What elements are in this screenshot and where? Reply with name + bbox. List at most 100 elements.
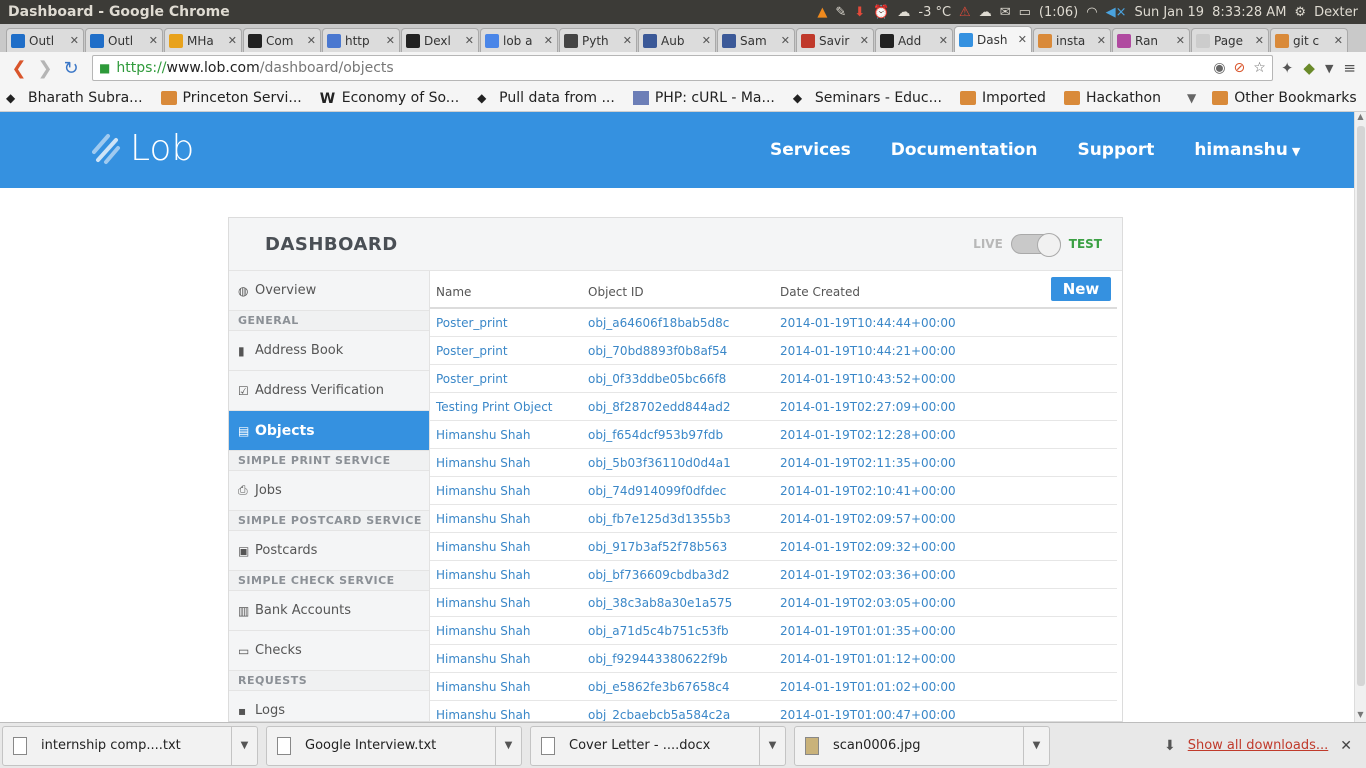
- nav-support[interactable]: Support: [1077, 140, 1154, 160]
- blocked-icon[interactable]: ⊘: [1234, 60, 1246, 76]
- table-row[interactable]: Poster_print obj_70bd8893f0b8af54 2014-01-…: [430, 337, 1117, 365]
- object-name-link[interactable]: Himanshu Shah: [430, 680, 588, 694]
- switch-knob[interactable]: [1036, 233, 1061, 257]
- menu-icon[interactable]: ≡: [1343, 59, 1356, 77]
- object-date-link[interactable]: 2014-01-19T02:03:36+00:00: [780, 568, 1030, 582]
- object-id-link[interactable]: obj_f929443380622f9b: [588, 652, 780, 666]
- object-name-link[interactable]: Himanshu Shah: [430, 456, 588, 470]
- column-object-id[interactable]: Object ID: [588, 285, 780, 299]
- table-row[interactable]: Himanshu Shah obj_a71d5c4b751c53fb 2014-01…: [430, 617, 1117, 645]
- column-date-created[interactable]: Date Created: [780, 285, 1030, 299]
- sidebar-item-address-verification[interactable]: ☑ Address Verification: [229, 371, 429, 411]
- address-bar[interactable]: ■ https:// www.lob.com /dashboard/object…: [92, 55, 1273, 81]
- lob-logo[interactable]: Lob: [92, 128, 194, 169]
- object-name-link[interactable]: Himanshu Shah: [430, 652, 588, 666]
- download-menu-chevron-icon[interactable]: ▼: [495, 726, 521, 765]
- browser-tab[interactable]: Ran ✕: [1112, 28, 1190, 52]
- sidebar-item-bank-accounts[interactable]: ▥ Bank Accounts: [229, 591, 429, 631]
- sidebar-item-objects[interactable]: ▤ Objects: [229, 411, 429, 451]
- sidebar-item-address-book[interactable]: ▮ Address Book: [229, 331, 429, 371]
- show-all-downloads-link[interactable]: Show all downloads...: [1188, 738, 1329, 753]
- bookmark-item[interactable]: Princeton Servi...: [160, 90, 302, 106]
- object-date-link[interactable]: 2014-01-19T02:12:28+00:00: [780, 428, 1030, 442]
- bookmarks-overflow-chevron-icon[interactable]: ▼: [1187, 91, 1196, 105]
- object-date-link[interactable]: 2014-01-19T02:03:05+00:00: [780, 596, 1030, 610]
- nav-services[interactable]: Services: [770, 140, 851, 160]
- download-menu-chevron-icon[interactable]: ▼: [759, 726, 785, 765]
- object-id-link[interactable]: obj_e5862fe3b67658c4: [588, 680, 780, 694]
- scroll-up-arrow[interactable]: ▲: [1355, 112, 1366, 124]
- live-label[interactable]: LIVE: [973, 237, 1003, 251]
- object-name-link[interactable]: Himanshu Shah: [430, 624, 588, 638]
- tab-close-icon[interactable]: ✕: [781, 34, 790, 47]
- object-name-link[interactable]: Himanshu Shah: [430, 708, 588, 722]
- object-id-link[interactable]: obj_2cbaebcb5a584c2a: [588, 708, 780, 722]
- object-id-link[interactable]: obj_38c3ab8a30e1a575: [588, 596, 780, 610]
- bookmark-item[interactable]: Imported: [959, 90, 1046, 106]
- new-object-button[interactable]: New: [1051, 277, 1111, 301]
- object-date-link[interactable]: 2014-01-19T10:44:44+00:00: [780, 316, 1030, 330]
- browser-tab[interactable]: Pyth ✕: [559, 28, 637, 52]
- download-item[interactable]: scan0006.jpg ▼: [794, 725, 1050, 766]
- object-name-link[interactable]: Poster_print: [430, 344, 588, 358]
- object-name-link[interactable]: Himanshu Shah: [430, 596, 588, 610]
- close-icon[interactable]: ✕: [1340, 738, 1352, 754]
- browser-tab[interactable]: Add ✕: [875, 28, 953, 52]
- browser-tab[interactable]: lob a ✕: [480, 28, 558, 52]
- browser-tab[interactable]: Com ✕: [243, 28, 321, 52]
- chevron-down-icon[interactable]: ▼: [1325, 62, 1333, 75]
- live-test-switch[interactable]: [1010, 233, 1061, 257]
- sidebar-item-postcards[interactable]: ▣ Postcards: [229, 531, 429, 571]
- temperature[interactable]: -3 °C: [918, 5, 951, 20]
- browser-tab[interactable]: Outl ✕: [85, 28, 163, 52]
- table-row[interactable]: Himanshu Shah obj_fb7e125d3d1355b3 2014-01…: [430, 505, 1117, 533]
- browser-tab[interactable]: git c ✕: [1270, 28, 1348, 52]
- object-id-link[interactable]: obj_8f28702edd844ad2: [588, 400, 780, 414]
- object-date-link[interactable]: 2014-01-19T10:43:52+00:00: [780, 372, 1030, 386]
- browser-tab[interactable]: Sam ✕: [717, 28, 795, 52]
- object-date-link[interactable]: 2014-01-19T02:11:35+00:00: [780, 456, 1030, 470]
- browser-tab[interactable]: http ✕: [322, 28, 400, 52]
- browser-tab[interactable]: Page ✕: [1191, 28, 1269, 52]
- table-row[interactable]: Himanshu Shah obj_f929443380622f9b 2014-01…: [430, 645, 1117, 673]
- tab-close-icon[interactable]: ✕: [939, 34, 948, 47]
- weather-icon[interactable]: ☁: [897, 5, 910, 20]
- tab-close-icon[interactable]: ✕: [386, 34, 395, 47]
- download-menu-chevron-icon[interactable]: ▼: [231, 726, 257, 765]
- object-name-link[interactable]: Himanshu Shah: [430, 428, 588, 442]
- browser-tab[interactable]: MHa ✕: [164, 28, 242, 52]
- tab-close-icon[interactable]: ✕: [623, 34, 632, 47]
- table-row[interactable]: Himanshu Shah obj_38c3ab8a30e1a575 2014-01…: [430, 589, 1117, 617]
- tab-close-icon[interactable]: ✕: [1255, 34, 1264, 47]
- download-indicator-icon[interactable]: ⬇: [854, 5, 865, 20]
- scroll-down-arrow[interactable]: ▼: [1355, 710, 1366, 722]
- table-row[interactable]: Himanshu Shah obj_74d914099f0dfdec 2014-01…: [430, 477, 1117, 505]
- bookmark-item[interactable]: ◆ Seminars - Educ...: [793, 90, 942, 106]
- object-date-link[interactable]: 2014-01-19T01:01:12+00:00: [780, 652, 1030, 666]
- tab-close-icon[interactable]: ✕: [860, 34, 869, 47]
- lightbulb-icon[interactable]: ◉: [1213, 60, 1225, 76]
- object-name-link[interactable]: Himanshu Shah: [430, 484, 588, 498]
- other-bookmarks[interactable]: Other Bookmarks: [1212, 90, 1357, 106]
- table-row[interactable]: Himanshu Shah obj_bf736609cbdba3d2 2014-01…: [430, 561, 1117, 589]
- browser-tab[interactable]: Savir ✕: [796, 28, 874, 52]
- tab-close-icon[interactable]: ✕: [70, 34, 79, 47]
- object-name-link[interactable]: Himanshu Shah: [430, 540, 588, 554]
- forward-button[interactable]: ❯: [32, 55, 58, 81]
- tab-close-icon[interactable]: ✕: [149, 34, 158, 47]
- scroll-thumb[interactable]: [1357, 126, 1365, 686]
- page-scrollbar[interactable]: ▲ ▼: [1354, 112, 1366, 722]
- user-menu[interactable]: himanshu ▼: [1194, 140, 1300, 160]
- bookmark-item[interactable]: W Economy of So...: [320, 90, 459, 107]
- object-date-link[interactable]: 2014-01-19T02:09:32+00:00: [780, 540, 1030, 554]
- object-id-link[interactable]: obj_fb7e125d3d1355b3: [588, 512, 780, 526]
- download-item[interactable]: internship comp....txt ▼: [2, 725, 258, 766]
- object-date-link[interactable]: 2014-01-19T02:09:57+00:00: [780, 512, 1030, 526]
- back-button[interactable]: ❮: [6, 55, 32, 81]
- sidebar-item-checks[interactable]: ▭ Checks: [229, 631, 429, 671]
- object-id-link[interactable]: obj_f654dcf953b97fdb: [588, 428, 780, 442]
- object-id-link[interactable]: obj_5b03f36110d0d4a1: [588, 456, 780, 470]
- bookmark-item[interactable]: Hackathon: [1063, 90, 1161, 106]
- download-item[interactable]: Cover Letter - ....docx ▼: [530, 725, 786, 766]
- browser-tab[interactable]: insta ✕: [1033, 28, 1111, 52]
